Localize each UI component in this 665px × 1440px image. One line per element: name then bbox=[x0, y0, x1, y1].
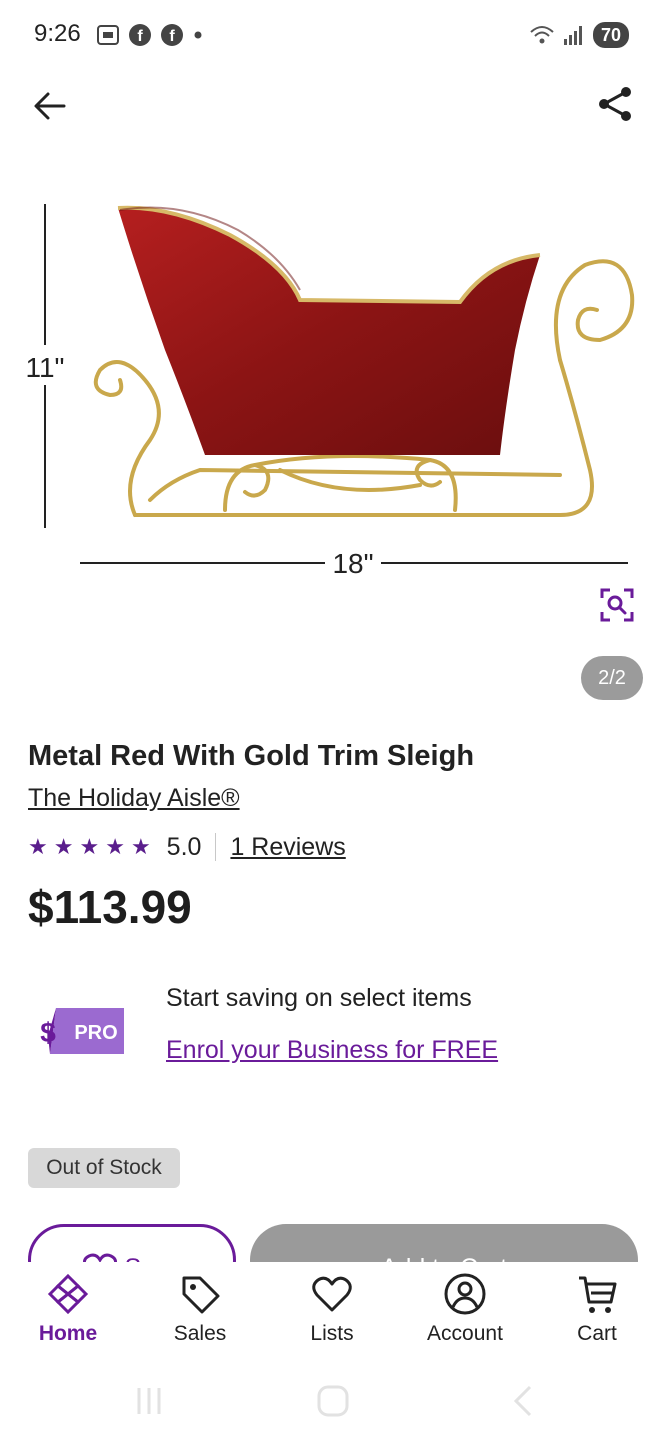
nav-label-cart: Cart bbox=[577, 1322, 617, 1345]
nav-item-cart[interactable]: Cart bbox=[542, 1272, 652, 1346]
nav-item-home[interactable]: Home bbox=[13, 1272, 123, 1346]
star-icon: ★ bbox=[130, 834, 151, 859]
image-page-counter: 2/2 bbox=[581, 656, 643, 700]
home-nav-icon[interactable] bbox=[316, 1384, 350, 1418]
account-icon bbox=[444, 1273, 486, 1315]
add-to-cart-button[interactable]: Add to Cart bbox=[250, 1224, 638, 1262]
divider bbox=[215, 833, 217, 861]
brand-link[interactable]: The Holiday Aisle® bbox=[28, 784, 240, 813]
save-label: Save bbox=[125, 1254, 182, 1263]
bottom-nav: Home Sales Lists Account Cart bbox=[0, 1262, 665, 1362]
nav-label-sales: Sales bbox=[173, 1322, 227, 1345]
status-bar: 9:26 f f 70 bbox=[0, 0, 665, 72]
rating-row: ★ ★ ★ ★ ★ 5.0 1 Reviews bbox=[28, 830, 346, 864]
facebook-icon: f bbox=[129, 24, 151, 46]
pro-logo-text: PRO bbox=[74, 1022, 117, 1044]
back-button[interactable] bbox=[30, 86, 70, 126]
top-bar bbox=[0, 76, 665, 132]
star-icon: ★ bbox=[28, 834, 48, 859]
tag-icon bbox=[182, 1276, 220, 1314]
pro-logo-dollar: $ bbox=[40, 1017, 56, 1048]
height-label: 11" bbox=[25, 352, 64, 383]
share-icon bbox=[599, 87, 631, 121]
rating-stars: ★ ★ ★ ★ ★ bbox=[28, 834, 151, 860]
product-image-carousel[interactable]: 11" 18" bbox=[0, 180, 665, 600]
wifi-icon bbox=[530, 26, 554, 44]
home-icon bbox=[47, 1273, 89, 1315]
nav-label-lists: Lists bbox=[310, 1322, 354, 1345]
star-icon: ★ bbox=[79, 834, 100, 859]
zoom-button[interactable] bbox=[599, 587, 635, 623]
screenshot-icon bbox=[97, 25, 119, 45]
facebook-icon: f bbox=[161, 24, 183, 46]
heart-icon bbox=[312, 1276, 352, 1312]
cart-icon bbox=[579, 1276, 617, 1313]
nav-label-home: Home bbox=[38, 1322, 98, 1345]
nav-item-account[interactable]: Account bbox=[410, 1272, 520, 1346]
product-price: $113.99 bbox=[28, 881, 192, 933]
enrol-business-link[interactable]: Enrol your Business for FREE bbox=[166, 1036, 498, 1065]
battery-icon: 70 bbox=[592, 22, 629, 48]
pro-banner-text: Start saving on select items bbox=[166, 984, 472, 1012]
svg-text:f: f bbox=[137, 28, 143, 45]
dot-icon bbox=[194, 31, 202, 39]
save-button[interactable]: Save bbox=[28, 1224, 236, 1262]
share-button[interactable] bbox=[595, 84, 635, 124]
action-row: Save Add to Cart bbox=[0, 1222, 665, 1262]
arrow-left-icon bbox=[34, 92, 66, 120]
heart-icon bbox=[82, 1253, 117, 1262]
rating-value: 5.0 bbox=[166, 832, 202, 861]
star-icon: ★ bbox=[105, 834, 125, 859]
nav-item-sales[interactable]: Sales bbox=[145, 1272, 255, 1346]
svg-text:f: f bbox=[169, 28, 175, 45]
width-label: 18" bbox=[332, 548, 373, 579]
nav-item-lists[interactable]: Lists bbox=[277, 1272, 387, 1346]
recent-apps-icon[interactable] bbox=[132, 1384, 166, 1418]
signal-icon bbox=[563, 26, 582, 45]
status-time: 9:26 bbox=[34, 20, 81, 47]
star-icon: ★ bbox=[53, 834, 74, 859]
zoom-icon bbox=[600, 588, 634, 622]
nav-label-account: Account bbox=[427, 1322, 503, 1345]
reviews-link[interactable]: 1 Reviews bbox=[230, 833, 345, 862]
sleigh-image: 11" 18" bbox=[18, 204, 635, 582]
stock-status-badge: Out of Stock bbox=[28, 1148, 180, 1188]
product-title: Metal Red With Gold Trim Sleigh bbox=[28, 740, 475, 772]
android-nav-bar bbox=[0, 1362, 665, 1440]
back-nav-icon[interactable] bbox=[506, 1384, 540, 1418]
pro-logo: $ PRO bbox=[38, 1006, 128, 1058]
